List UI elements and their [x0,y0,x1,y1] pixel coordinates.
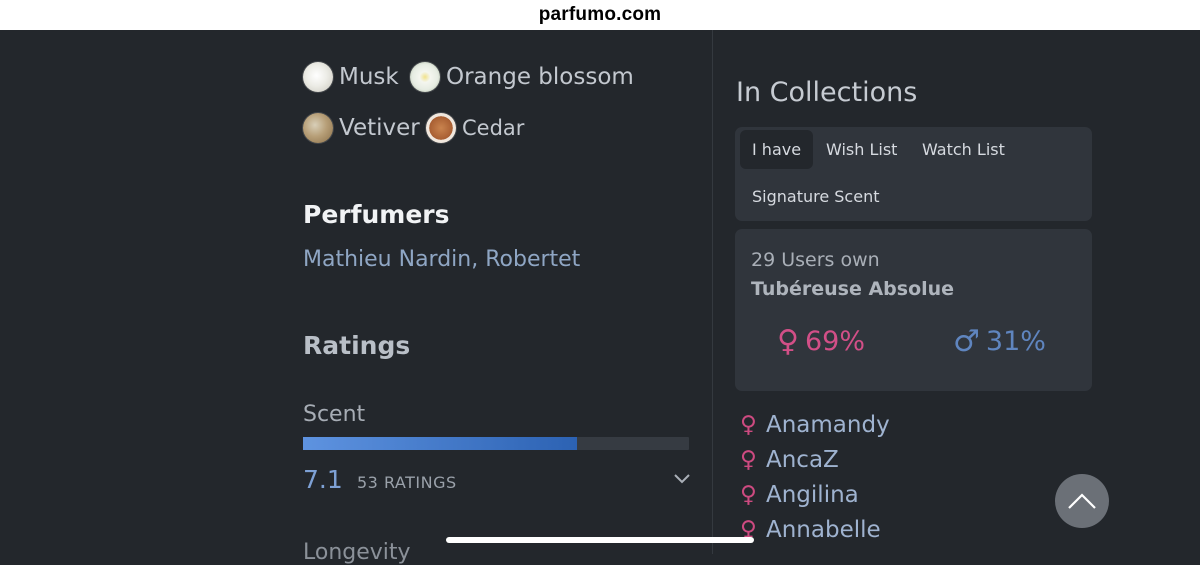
collections-heading: In Collections [736,77,918,108]
owners-summary-card: 29 Users own Tubéreuse Absolue ♀ 69% ♂ 3… [735,229,1092,391]
scent-score: 7.1 [303,465,343,494]
female-percentage-value: 69% [804,326,865,357]
collection-tabs: I have Wish List Watch List Signature Sc… [735,127,1092,221]
note-label: Orange blossom [446,64,634,90]
male-percentage: ♂ 31% [953,324,1046,359]
note-orange-blossom[interactable]: Orange blossom [410,62,634,92]
scent-rating-label: Scent [303,402,366,427]
chevron-down-icon[interactable] [672,470,692,486]
home-indicator[interactable] [446,537,754,543]
users-own-count: 29 Users own [751,249,880,271]
user-list-item[interactable]: ♀ Angilina [740,482,859,508]
note-vetiver[interactable]: Vetiver [303,113,420,143]
browser-address-bar[interactable]: parfumo.com [0,0,1200,30]
perfumers-link[interactable]: Mathieu Nardin, Robertet [303,247,580,272]
scent-rating-fill [303,437,578,450]
female-percentage: ♀ 69% [777,324,865,359]
female-symbol-icon: ♀ [740,412,757,438]
note-musk[interactable]: Musk [303,62,399,92]
note-label: Cedar [462,116,525,140]
user-name: Angilina [766,482,859,508]
user-name: AncaZ [766,447,839,473]
musk-icon [303,62,333,92]
user-list-item[interactable]: ♀ AncaZ [740,447,839,473]
tab-signature-scent[interactable]: Signature Scent [752,187,879,206]
scent-rating-count: 53 RATINGS [357,473,457,492]
female-symbol-icon: ♀ [740,482,757,508]
male-percentage-value: 31% [985,326,1046,357]
user-list-item[interactable]: ♀ Anamandy [740,412,890,438]
note-cedar[interactable]: Cedar [426,113,524,143]
user-list-item[interactable]: ♀ Annabelle [740,517,881,543]
tab-i-have[interactable]: I have [740,130,814,169]
chevron-up-icon [1068,493,1096,509]
perfume-name: Tubéreuse Absolue [751,278,955,300]
ratings-heading: Ratings [303,331,411,360]
cedar-icon [426,113,456,143]
user-name: Annabelle [766,517,881,543]
scroll-to-top-button[interactable] [1055,474,1109,528]
note-label: Vetiver [339,115,420,141]
female-symbol-icon: ♀ [740,447,757,473]
longevity-label: Longevity [303,540,411,565]
tab-wish-list[interactable]: Wish List [826,140,897,159]
scent-rating-bar [303,437,689,450]
site-domain: parfumo.com [538,4,662,25]
tab-watch-list[interactable]: Watch List [922,140,1005,159]
vetiver-icon [303,113,333,143]
orange-blossom-icon [410,62,440,92]
male-symbol-icon: ♂ [953,324,980,359]
note-label: Musk [339,64,399,90]
perfumers-heading: Perfumers [303,200,450,229]
user-name: Anamandy [766,412,890,438]
female-symbol-icon: ♀ [777,324,799,359]
column-divider [712,30,713,554]
